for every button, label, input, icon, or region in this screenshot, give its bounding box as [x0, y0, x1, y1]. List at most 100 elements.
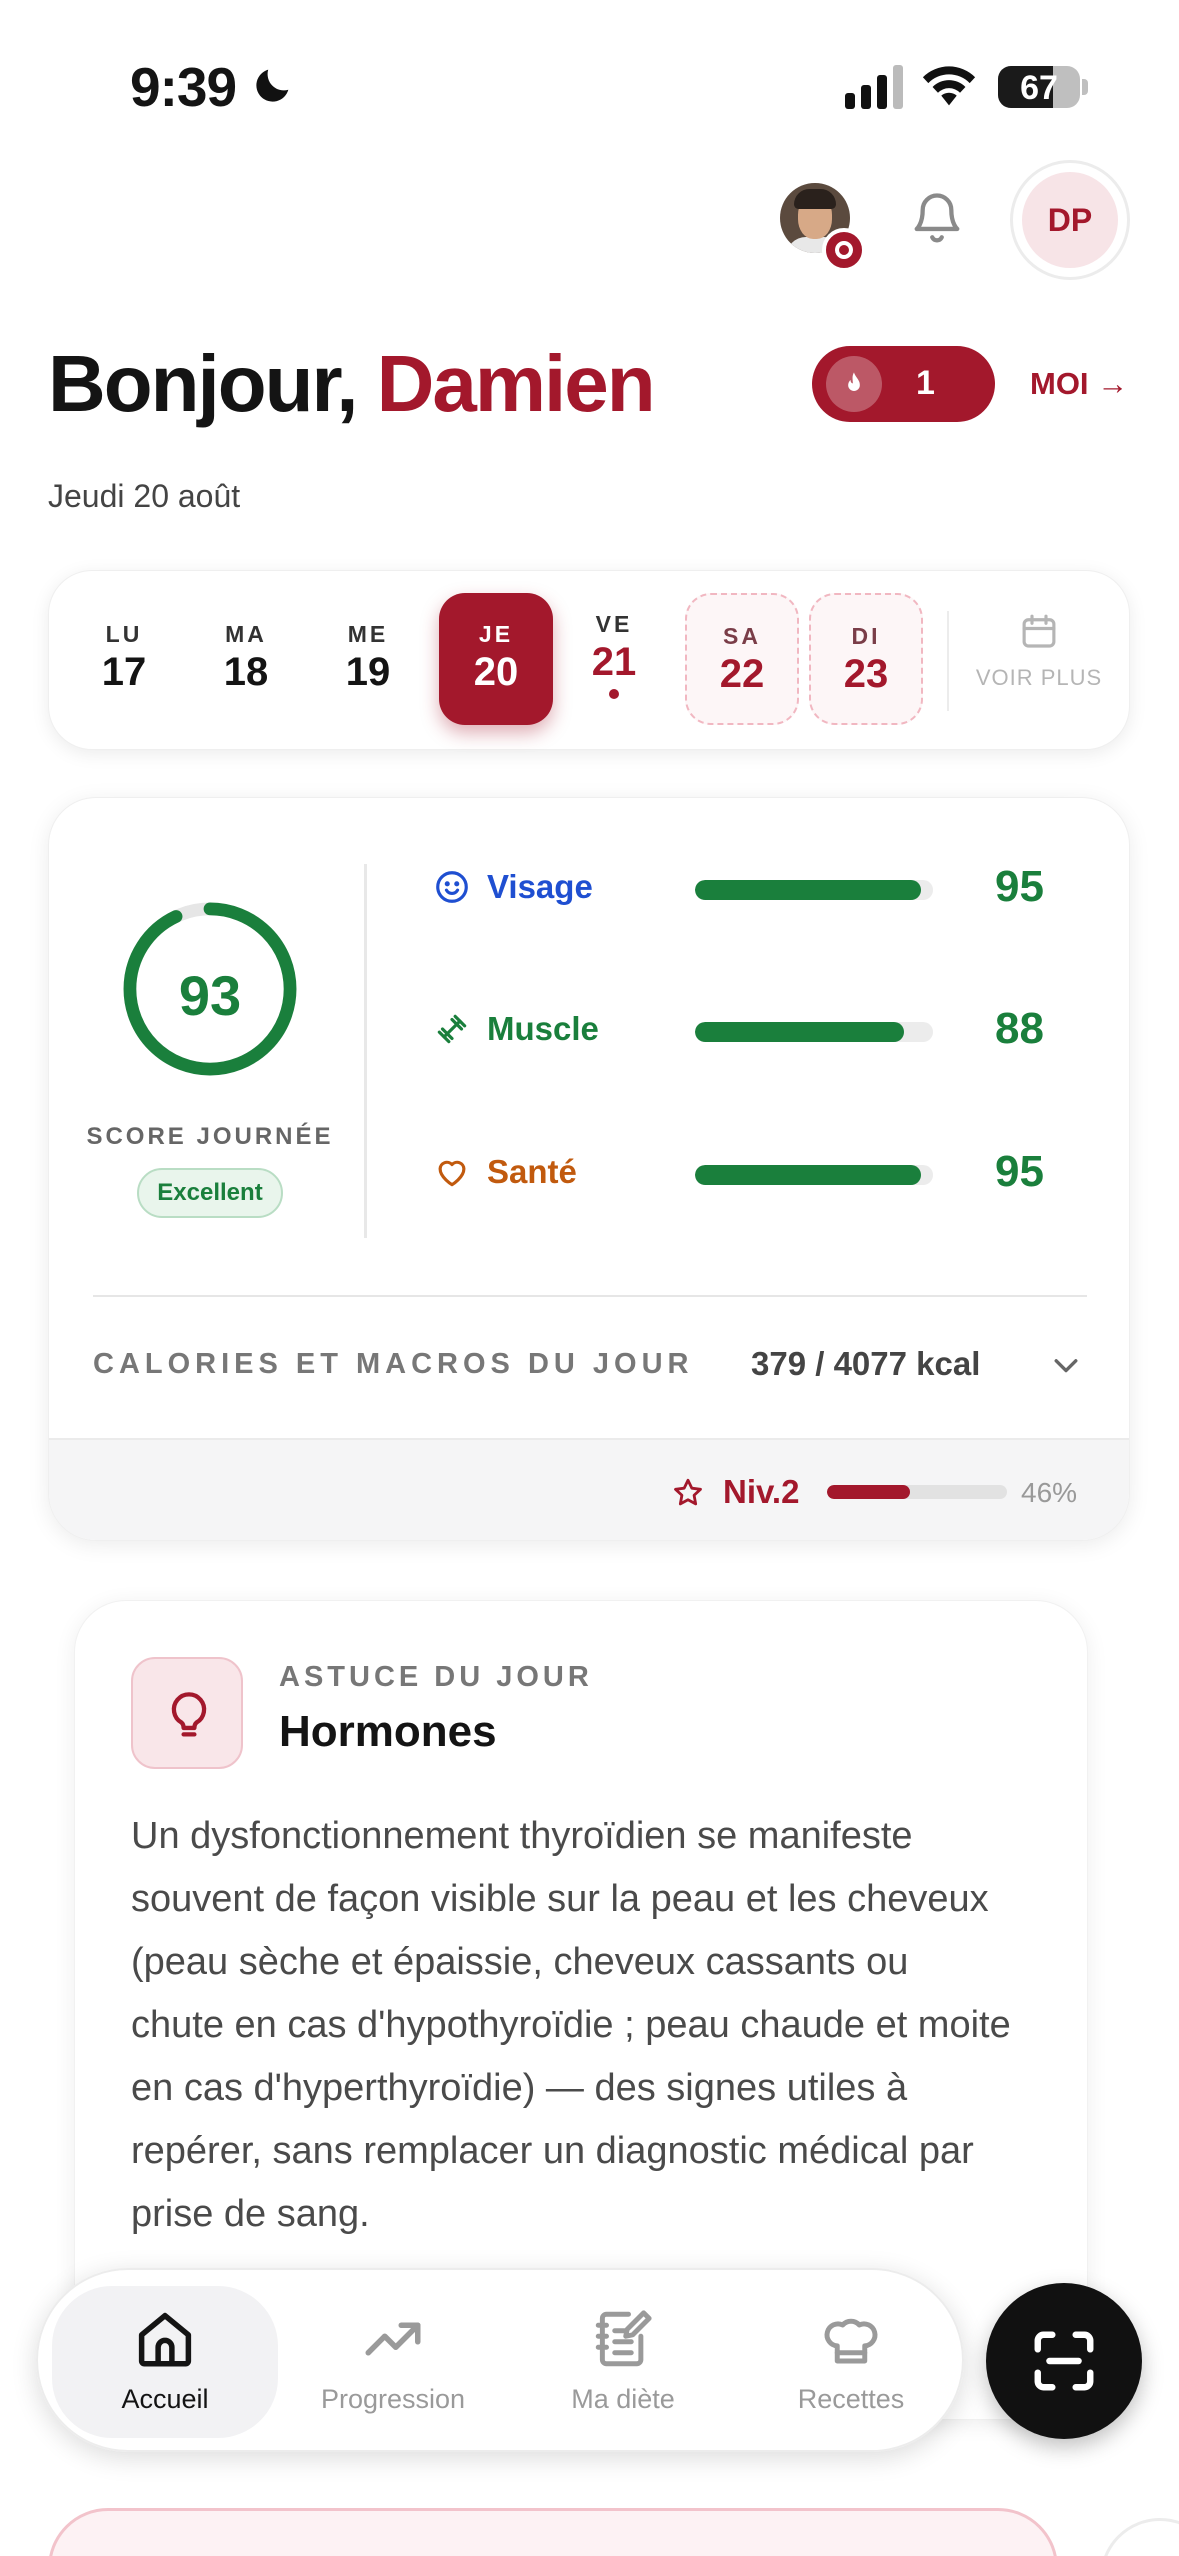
- day-number: 23: [843, 652, 889, 696]
- greeting-name: Damien: [376, 339, 656, 428]
- tip-body: Un dysfonctionnement thyroïdien se manif…: [131, 1815, 1011, 2235]
- scan-button[interactable]: [986, 2283, 1142, 2439]
- greeting-title: Bonjour, Damien: [48, 338, 656, 430]
- metric-value: 95: [995, 1147, 1044, 1196]
- daily-score-card: 93 SCORE JOURNÉE Excellent Visage 95 Mus…: [48, 797, 1130, 1541]
- trend-icon: [365, 2322, 421, 2356]
- level-label: Niv.2: [723, 1473, 800, 1510]
- metric-label: Muscle: [487, 1010, 599, 1047]
- score-value: 93: [178, 964, 242, 1027]
- score-divider: [364, 864, 367, 1238]
- nav-label: Recettes: [797, 2384, 905, 2414]
- bottom-nav: Accueil Progression Ma diète Recettes: [36, 2268, 964, 2452]
- day-number: 20: [473, 650, 519, 694]
- nav-label: Accueil: [121, 2384, 209, 2414]
- calories-value[interactable]: 379 / 4077 kcal: [751, 1345, 980, 1383]
- battery-level: 67: [1020, 69, 1058, 107]
- next-card-peek[interactable]: [48, 2508, 1058, 2556]
- dumbbell-icon: [437, 1014, 467, 1044]
- streak-pill[interactable]: 1: [812, 346, 995, 422]
- day-wednesday[interactable]: ME 19: [311, 593, 425, 725]
- day-monday[interactable]: LU 17: [67, 593, 181, 725]
- profile-link[interactable]: MOI →: [1030, 366, 1128, 402]
- day-name: DI: [851, 623, 881, 649]
- metric-bar: [695, 880, 933, 900]
- tip-icon-box: [131, 1657, 243, 1769]
- notebook-icon: [595, 2310, 652, 2367]
- nav-progression[interactable]: Progression: [280, 2286, 506, 2438]
- day-number: 22: [719, 652, 765, 696]
- day-name: LU: [105, 621, 143, 647]
- today-dot: [609, 689, 619, 699]
- score-badge: Excellent: [137, 1168, 283, 1218]
- status-time: 9:39: [130, 56, 237, 118]
- day-number: 17: [101, 650, 147, 694]
- day-sunday[interactable]: DI 23: [809, 593, 923, 725]
- avatar-status-badge: [822, 228, 866, 272]
- metric-label: Visage: [487, 868, 593, 905]
- metric-bar: [695, 1022, 933, 1042]
- metric-value: 88: [995, 1004, 1044, 1053]
- scan-icon: [1034, 2331, 1094, 2391]
- calories-label[interactable]: CALORIES ET MACROS DU JOUR: [93, 1348, 693, 1381]
- next-card-edge: [1100, 2518, 1179, 2556]
- see-more-label: VOIR PLUS: [975, 665, 1103, 690]
- level-percent: 46%: [1021, 1477, 1078, 1508]
- day-name: MA: [225, 621, 267, 647]
- calendar-icon: [1022, 614, 1056, 648]
- home-icon: [138, 2312, 192, 2367]
- metric-bar-fill: [695, 1165, 922, 1185]
- day-number: 21: [591, 640, 637, 684]
- day-saturday[interactable]: SA 22: [685, 593, 799, 725]
- metric-label: Santé: [487, 1153, 577, 1190]
- level-progress: [827, 1485, 1007, 1499]
- day-tuesday[interactable]: MA 18: [189, 593, 303, 725]
- day-name: JE: [478, 621, 514, 647]
- week-divider: [947, 611, 949, 711]
- day-name: VE: [595, 611, 633, 637]
- tip-title: Hormones: [279, 1707, 497, 1756]
- bell-icon[interactable]: [908, 186, 966, 248]
- chevron-down-icon[interactable]: [1049, 1351, 1083, 1379]
- card-separator: [93, 1295, 1087, 1297]
- day-thursday-selected[interactable]: JE 20: [439, 593, 553, 725]
- metric-visage[interactable]: Visage 95: [433, 858, 1123, 918]
- score-label: SCORE JOURNÉE: [86, 1123, 334, 1150]
- day-number: 18: [223, 650, 269, 694]
- battery-tip: [1082, 79, 1088, 95]
- day-name: ME: [347, 621, 389, 647]
- nav-label: Ma diète: [571, 2384, 675, 2414]
- nav-recettes[interactable]: Recettes: [738, 2286, 964, 2438]
- level-band: Niv.2 46%: [49, 1438, 1129, 1540]
- heart-icon: [438, 1160, 466, 1187]
- level-progress-fill: [827, 1485, 910, 1499]
- battery-indicator: 67: [998, 66, 1080, 108]
- moon-icon: [256, 69, 289, 102]
- metric-bar-fill: [695, 1022, 905, 1042]
- smile-icon: [436, 871, 468, 903]
- day-name: SA: [723, 623, 761, 649]
- chef-hat-icon: [824, 2318, 878, 2364]
- nav-label: Progression: [320, 2384, 466, 2414]
- nav-accueil[interactable]: Accueil: [52, 2286, 278, 2438]
- metric-value: 95: [995, 862, 1044, 911]
- star-icon: [674, 1478, 702, 1506]
- greeting-prefix: Bonjour,: [48, 339, 377, 428]
- wifi-icon: [922, 66, 976, 106]
- see-more-button[interactable]: VOIR PLUS: [959, 611, 1119, 691]
- profile-initials[interactable]: DP: [1022, 172, 1118, 268]
- tip-kicker: ASTUCE DU JOUR: [279, 1661, 593, 1693]
- week-strip: LU 17 MA 18 ME 19 JE 20 VE 21 SA 22 DI 2…: [48, 570, 1130, 750]
- streak-count: 1: [916, 364, 935, 402]
- metric-muscle[interactable]: Muscle 88: [433, 1000, 1123, 1060]
- current-date: Jeudi 20 août: [48, 478, 241, 514]
- day-friday[interactable]: VE 21: [557, 593, 671, 725]
- lightbulb-icon: [171, 1692, 207, 1737]
- nav-ma-diete[interactable]: Ma diète: [510, 2286, 736, 2438]
- signal-icon: [845, 65, 903, 109]
- metric-bar-fill: [695, 880, 922, 900]
- day-number: 19: [345, 650, 391, 694]
- flame-icon: [826, 356, 882, 412]
- metric-sante[interactable]: Santé 95: [433, 1143, 1123, 1203]
- metric-bar: [695, 1165, 933, 1185]
